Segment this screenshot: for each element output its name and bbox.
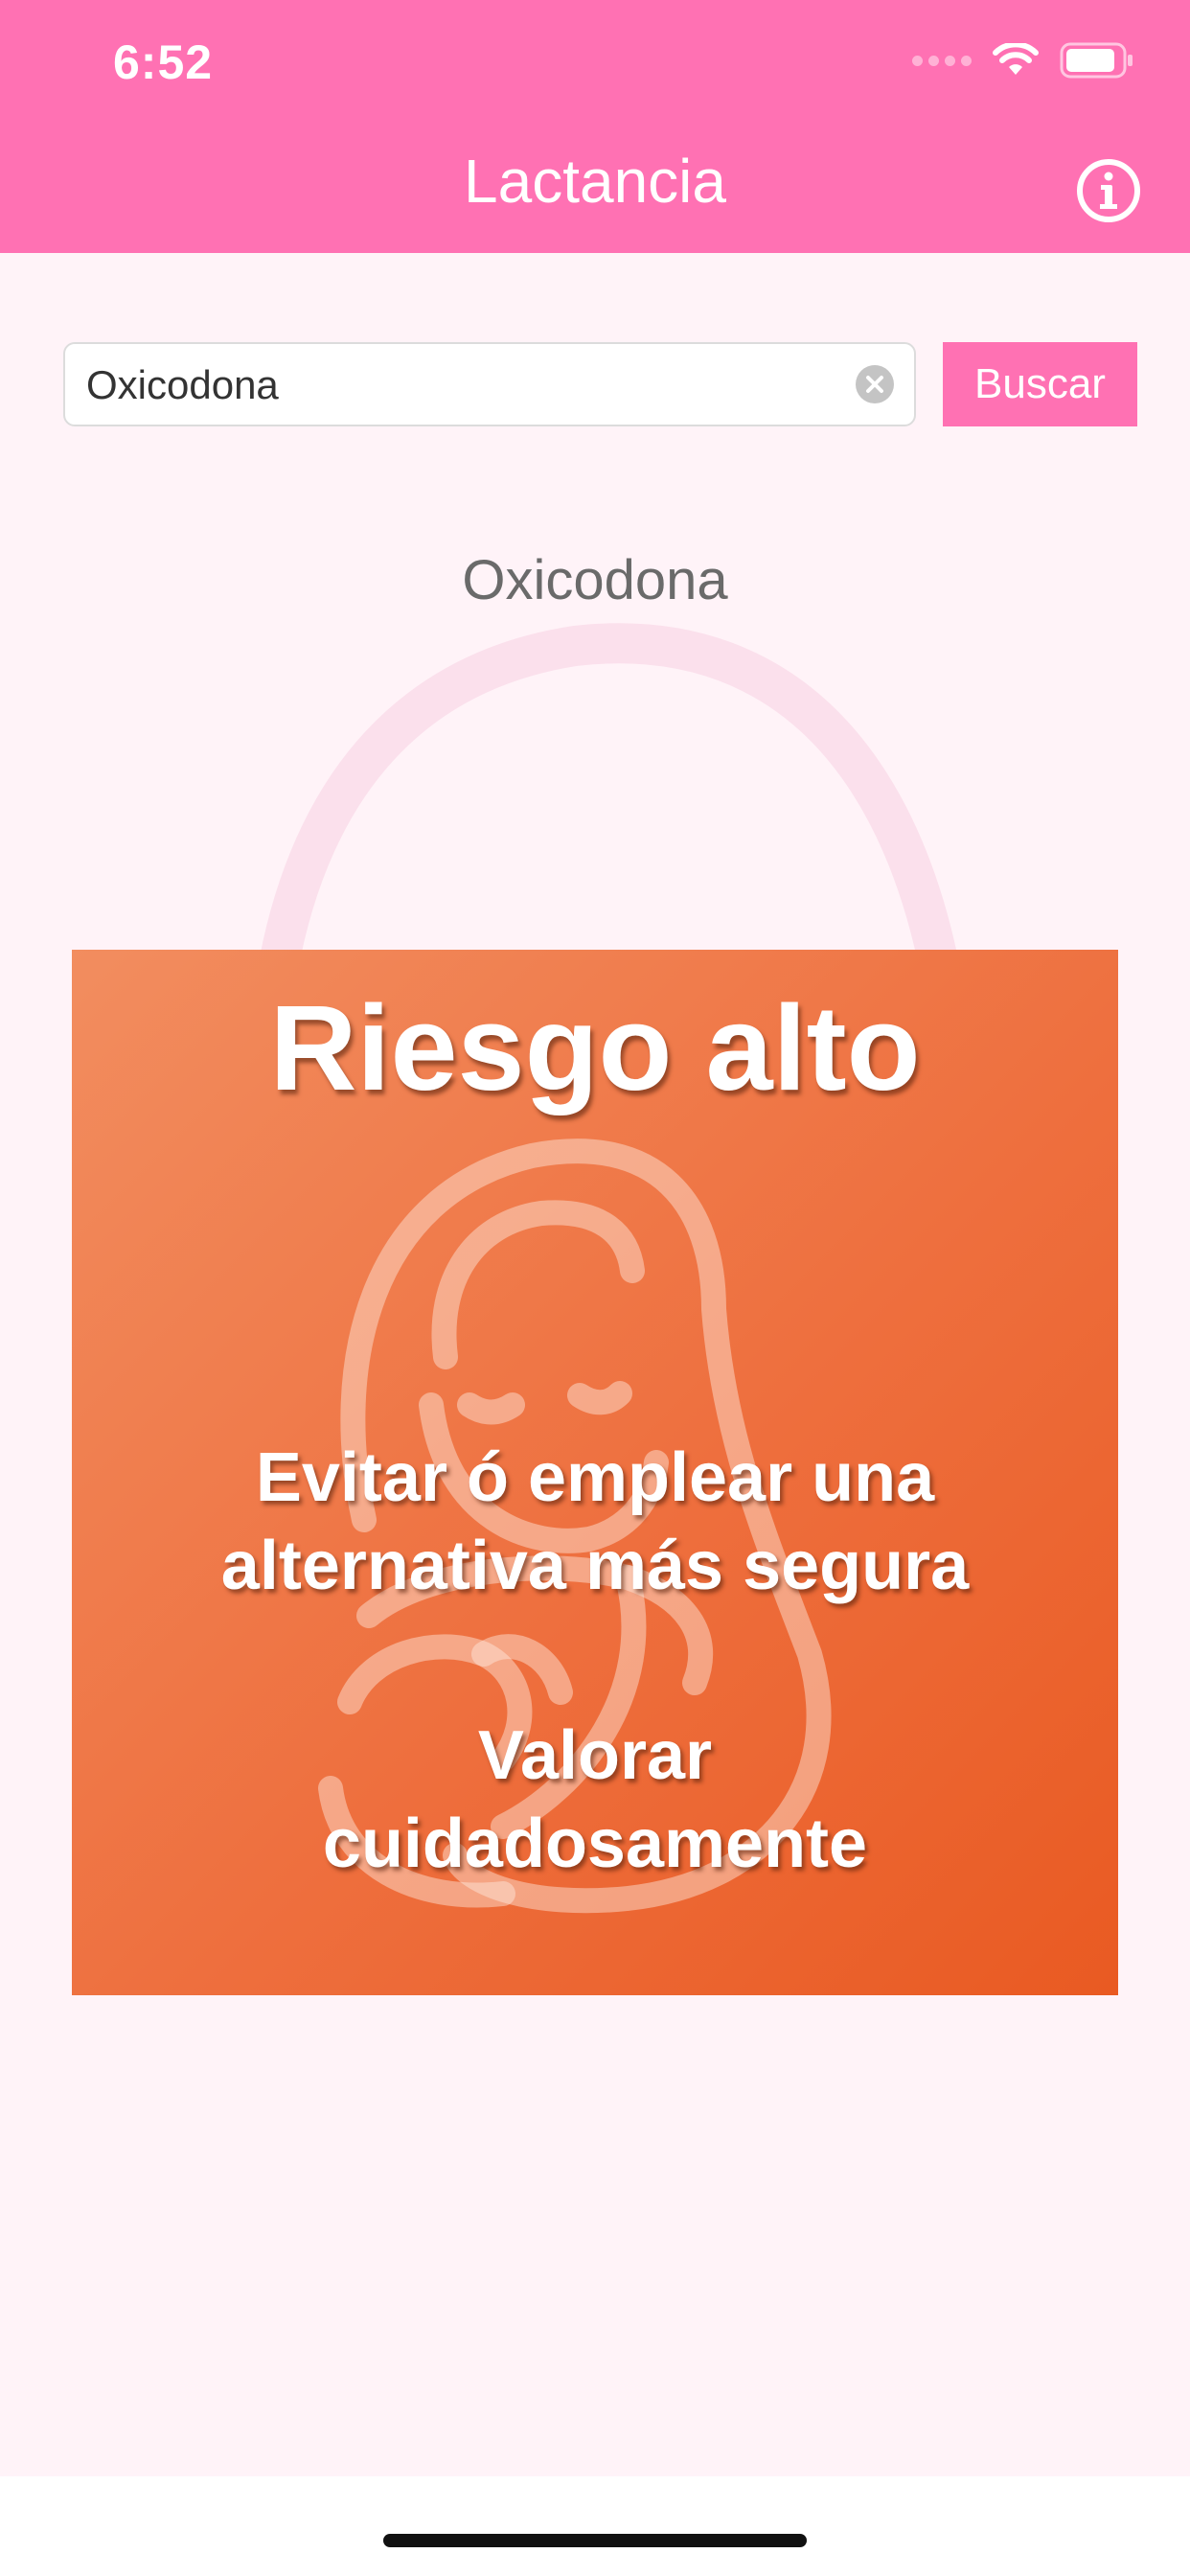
risk-advice-text: Evitar ó emplear una alternativa más seg… xyxy=(220,1439,970,1604)
risk-card: Riesgo alto Evitar ó emplear una alterna… xyxy=(72,950,1118,1995)
wifi-icon xyxy=(993,43,1039,75)
status-icons xyxy=(912,42,1134,79)
clear-circle-icon[interactable] xyxy=(855,364,895,404)
search-field[interactable] xyxy=(63,342,916,426)
info-button[interactable] xyxy=(1075,157,1142,224)
search-button[interactable]: Buscar xyxy=(943,342,1137,426)
cellular-signal-icon xyxy=(912,55,972,66)
status-time: 6:52 xyxy=(113,35,214,89)
risk-level-title: Riesgo alto xyxy=(269,980,921,1116)
search-input[interactable] xyxy=(84,344,835,426)
risk-note-text: Valorar cuidadosamente xyxy=(322,1717,868,1882)
nav-title: Lactancia xyxy=(464,147,726,216)
drug-name: Oxicodona xyxy=(462,549,728,611)
info-circle-icon xyxy=(1077,159,1140,222)
main-content: Buscar Oxicodona Riesgo al xyxy=(0,253,1190,2476)
battery-icon xyxy=(1060,42,1133,79)
app-header: 6:52 Lactancia xyxy=(0,0,1190,253)
home-indicator[interactable] xyxy=(383,2534,807,2547)
